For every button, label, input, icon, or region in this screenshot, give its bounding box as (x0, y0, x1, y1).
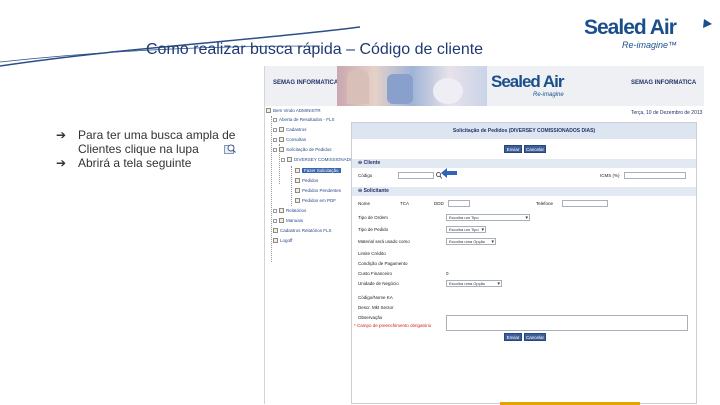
ddd-label: DDD (434, 201, 444, 206)
tipo-ordem-label: Tipo de Ordem (358, 215, 388, 220)
document-icon (295, 188, 300, 193)
tree-item-pedidos-pdf[interactable]: Pedidos em PDF (295, 198, 336, 203)
observacao-label: Observação (358, 315, 383, 320)
nome-label: Nome (358, 201, 371, 206)
unidade-negocio-select[interactable]: Escolha uma Opção (446, 280, 502, 287)
cancelar-button-top[interactable]: Cancelar (524, 145, 546, 153)
tree-item-consultas[interactable]: Consultas (273, 137, 306, 142)
codigo-ka-label: Código/Nome KA (358, 295, 393, 300)
pointer-arrow-icon (441, 168, 457, 178)
brand-name: Sealed Air (584, 16, 677, 39)
tree-item-logoff[interactable]: Logoff (273, 238, 292, 243)
folder-icon (279, 127, 284, 132)
tree-item-cadastros[interactable]: Cadastros (273, 127, 307, 132)
header-photo (337, 66, 487, 106)
order-form-panel: Solicitação de Pedidos (DIVERSEY COMISSI… (351, 122, 697, 404)
tree-item-pedidos-pendentes[interactable]: Pedidos Pendentes (295, 188, 341, 193)
expand-icon (273, 208, 277, 213)
bullet-text: Abrirá a tela seguinte (78, 156, 192, 170)
document-icon (295, 178, 300, 183)
search-magnifier-icon (224, 144, 236, 154)
expand-icon (273, 127, 277, 132)
section-solicitante[interactable]: ⊖ Solicitante (352, 187, 696, 196)
form-title: Solicitação de Pedidos (DIVERSEY COMISSI… (452, 128, 596, 134)
section-cliente[interactable]: ⊖ Cliente (352, 159, 696, 168)
enviar-button-top[interactable]: Enviar (504, 145, 522, 153)
bullet-list: ➔ Para ter uma busca ampla de Clientes c… (56, 128, 246, 170)
tree-item-resultados[interactable]: Aberta de Resultados - FLS (273, 117, 335, 122)
form-header: Solicitação de Pedidos (DIVERSEY COMISSI… (352, 123, 696, 139)
brand-logo: Sealed Air Re-imagine™ (584, 14, 714, 54)
app-header-left-title: SEMAG INFORMATICA (273, 80, 339, 86)
ddd-input[interactable] (448, 200, 470, 207)
limite-credito-label: Limite Crédito (358, 251, 386, 256)
expand-icon (273, 218, 277, 223)
folder-icon (279, 147, 284, 152)
folder-icon (279, 137, 284, 142)
codigo-input[interactable] (398, 172, 434, 179)
tca-label: TCA (400, 201, 409, 206)
bullet-arrow-icon: ➔ (56, 156, 67, 170)
folder-icon (266, 108, 271, 113)
document-icon (295, 198, 300, 203)
collapse-icon (281, 157, 285, 162)
custo-financeiro-label: Custo Financeiro (358, 271, 393, 276)
icms-input[interactable] (624, 172, 686, 179)
app-screenshot: SEMAG INFORMATICA Sealed Air Re-imagine … (264, 66, 704, 404)
tipo-ordem-select[interactable]: Escolha um Tipo (446, 214, 530, 221)
slide-title: Como realizar busca rápida – Código de c… (146, 41, 484, 58)
expand-icon (273, 117, 277, 122)
telefone-label: Telefone (536, 201, 554, 206)
unidade-negocio-label: Unidade de Negócio (358, 281, 399, 286)
observacao-textarea[interactable] (446, 315, 688, 331)
expand-icon (273, 137, 277, 142)
bullet-arrow-icon: ➔ (56, 128, 67, 142)
logoff-icon (273, 238, 278, 243)
custo-financeiro-value: 0 (446, 271, 449, 276)
document-icon (295, 168, 300, 173)
required-note: * Campo de preenchimento obrigatório (354, 323, 432, 328)
brand-tagline: Re-imagine™ (622, 40, 678, 50)
app-brand-logo: Sealed Air (491, 72, 565, 91)
bullet-item: ➔ Abrirá a tela seguinte (56, 156, 246, 170)
date-line: Terça, 10 de Dezembro de 2013 (631, 110, 703, 116)
folder-icon (287, 157, 292, 162)
icms-label: ICMS (%) (600, 173, 620, 178)
nav-tree: Bem Vindo ADMINISTR Aberta de Resultados… (265, 104, 371, 404)
collapse-icon (273, 147, 277, 152)
tree-item-solicitacao[interactable]: Solicitação de Pedidos (273, 147, 332, 152)
tree-item-manuais[interactable]: Manuais (273, 218, 303, 223)
bullet-item: ➔ Para ter uma busca ampla de Clientes c… (56, 128, 246, 156)
codigo-label: Código (358, 173, 373, 178)
cancelar-button-bottom[interactable]: Cancelar (524, 333, 546, 341)
app-brand-tagline: Re-imagine (533, 92, 564, 98)
material-label: Material será usado como (358, 239, 410, 244)
tipo-pedido-label: Tipo de Pedido (358, 227, 389, 232)
telefone-input[interactable] (562, 200, 608, 207)
header-swoosh (0, 26, 361, 67)
slide: Como realizar busca rápida – Código de c… (0, 0, 720, 405)
tree-item-relatorios[interactable]: Relatórios (273, 208, 306, 213)
tree-item-pedidos[interactable]: Pedidos (295, 178, 318, 183)
bullet-text: Para ter uma busca ampla de Clientes cli… (78, 128, 236, 156)
document-icon (273, 228, 278, 233)
tree-item-fazer-solicitacao[interactable]: Fazer Solicitação (295, 168, 341, 173)
enviar-button-bottom[interactable]: Enviar (504, 333, 522, 341)
tree-item-welcome[interactable]: Bem Vindo ADMINISTR (266, 108, 321, 113)
tipo-pedido-select[interactable]: Escolha um Tipo (446, 226, 486, 233)
condicao-pagamento-label: Condição de Pagamento (358, 261, 408, 266)
material-select[interactable]: Escolha uma Opção (446, 238, 496, 245)
folder-icon (279, 218, 284, 223)
app-header-right-title: SEMAG INFORMATICA (631, 80, 697, 86)
app-header: SEMAG INFORMATICA Sealed Air Re-imagine … (265, 66, 704, 106)
descr-mkt-label: Descr. Mkt Sector (358, 305, 394, 310)
tree-item-cadastros-relatorios[interactable]: Cadastros Relatórios FLS (273, 228, 332, 233)
folder-icon (279, 208, 284, 213)
